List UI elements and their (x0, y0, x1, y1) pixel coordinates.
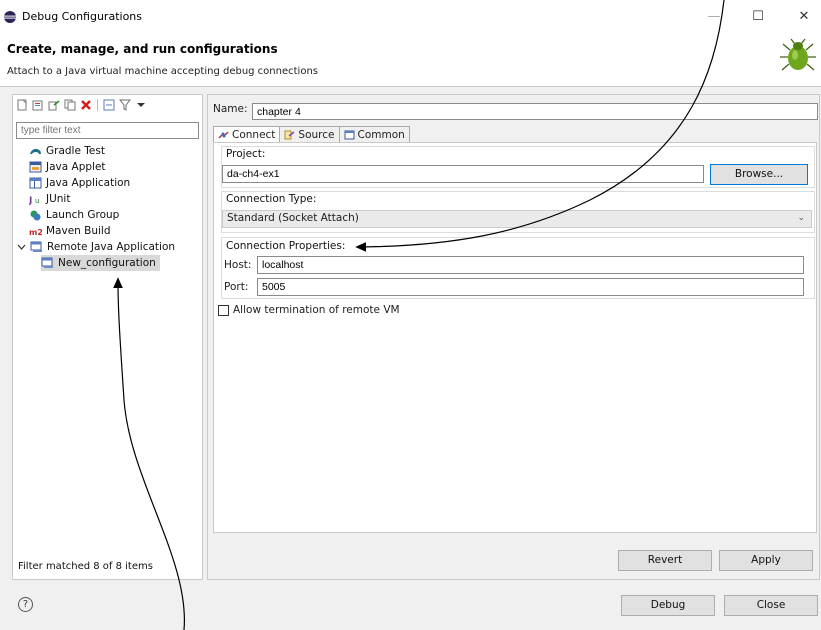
tree-item-java-application[interactable]: Java Application (29, 175, 130, 191)
close-window-button[interactable]: ✕ (787, 5, 821, 29)
svg-text:u: u (35, 197, 39, 205)
connection-properties-label: Connection Properties: (226, 240, 346, 252)
tab-label: Source (298, 128, 335, 141)
tree-item-remote-java-application[interactable]: Remote Java Application (17, 239, 175, 255)
expand-chevron-down-icon[interactable] (17, 242, 26, 252)
connection-type-value: Standard (Socket Attach) (227, 212, 359, 224)
remote-java-icon (41, 257, 53, 268)
tab-common[interactable]: Common (338, 126, 410, 143)
filter-icon[interactable] (118, 98, 132, 112)
new-prototype-icon[interactable] (31, 98, 45, 112)
minimize-button[interactable]: — (697, 5, 731, 29)
toolbar-separator (97, 99, 98, 111)
name-input[interactable] (252, 103, 818, 120)
maximize-button[interactable]: ☐ (741, 5, 775, 29)
chevron-down-icon: ⌄ (797, 213, 805, 223)
apply-button[interactable]: Apply (719, 550, 813, 571)
debug-configurations-window: Debug Configurations — ☐ ✕ Create, manag… (0, 0, 821, 630)
java-applet-icon (29, 161, 42, 173)
launch-group-icon (30, 210, 41, 221)
junit-icon: Ju (29, 196, 39, 205)
tree-item-label: Maven Build (46, 225, 111, 237)
java-application-icon (29, 177, 42, 189)
project-label: Project: (226, 148, 266, 160)
config-tabs: Connect Source Common (213, 126, 410, 143)
tree-item-java-applet[interactable]: Java Applet (29, 159, 106, 175)
left-toolbar (15, 97, 148, 113)
duplicate-config-icon[interactable] (63, 98, 77, 112)
tree-item-launch-group[interactable]: Launch Group (29, 207, 119, 223)
tab-label: Common (357, 128, 405, 141)
gradle-icon (30, 148, 41, 154)
title-bar: Debug Configurations — ☐ ✕ (0, 0, 821, 34)
common-icon (344, 130, 354, 140)
eclipse-icon (4, 11, 16, 23)
port-label: Port: (224, 281, 249, 293)
window-title: Debug Configurations (22, 10, 143, 23)
help-icon[interactable]: ? (18, 597, 33, 612)
debug-bug-icon (780, 38, 816, 71)
browse-button[interactable]: Browse... (710, 164, 808, 185)
tree-item-label: Java Application (46, 177, 131, 189)
tree-item-maven-build[interactable]: m2 Maven Build (29, 223, 111, 239)
allow-termination-checkbox[interactable] (218, 305, 229, 316)
filter-status-text: Filter matched 8 of 8 items (18, 561, 153, 572)
connect-icon (218, 131, 229, 139)
tree-item-label: Remote Java Application (47, 241, 176, 253)
tree-item-label: New_configuration (58, 257, 156, 269)
configuration-list-panel: Gradle Test Java Applet Java Application… (12, 94, 203, 580)
new-config-icon[interactable] (15, 98, 29, 112)
source-icon (284, 130, 295, 140)
tab-connect[interactable]: Connect (213, 126, 281, 143)
filter-input[interactable] (16, 122, 199, 139)
tree-item-label: Java Applet (46, 161, 106, 173)
revert-button[interactable]: Revert (618, 550, 712, 571)
dialog-header: Create, manage, and run configurations A… (0, 34, 821, 86)
allow-termination-label: Allow termination of remote VM (233, 304, 400, 316)
tree-item-label: JUnit (46, 193, 71, 205)
collapse-all-icon[interactable] (102, 98, 116, 112)
view-menu-chevron-down-icon[interactable] (134, 98, 148, 112)
tree-item-label: Launch Group (46, 209, 120, 221)
tab-label: Connect (232, 128, 276, 141)
name-label: Name: (213, 103, 248, 115)
tree-item-new-configuration[interactable]: New_configuration (41, 255, 160, 271)
port-input[interactable] (257, 278, 804, 296)
tab-source[interactable]: Source (279, 126, 340, 143)
connection-type-label: Connection Type: (226, 193, 317, 205)
connection-type-select[interactable]: Standard (Socket Attach) ⌄ (222, 210, 812, 228)
project-input[interactable] (222, 165, 704, 183)
tree-item-gradle-test[interactable]: Gradle Test (29, 143, 105, 159)
svg-text:J: J (29, 196, 32, 205)
host-input[interactable] (257, 256, 804, 274)
header-subtitle: Attach to a Java virtual machine accepti… (7, 66, 318, 77)
header-separator (0, 86, 821, 87)
maven-icon: m2 (29, 228, 42, 237)
remote-java-icon (30, 241, 42, 252)
tree-item-junit[interactable]: Ju JUnit (29, 191, 70, 207)
debug-button[interactable]: Debug (621, 595, 715, 616)
host-label: Host: (224, 259, 252, 271)
export-config-icon[interactable] (47, 98, 61, 112)
delete-config-icon[interactable] (79, 98, 93, 112)
close-button[interactable]: Close (724, 595, 818, 616)
header-title: Create, manage, and run configurations (7, 42, 278, 56)
svg-text:m2: m2 (29, 228, 42, 237)
tree-item-label: Gradle Test (46, 145, 105, 157)
